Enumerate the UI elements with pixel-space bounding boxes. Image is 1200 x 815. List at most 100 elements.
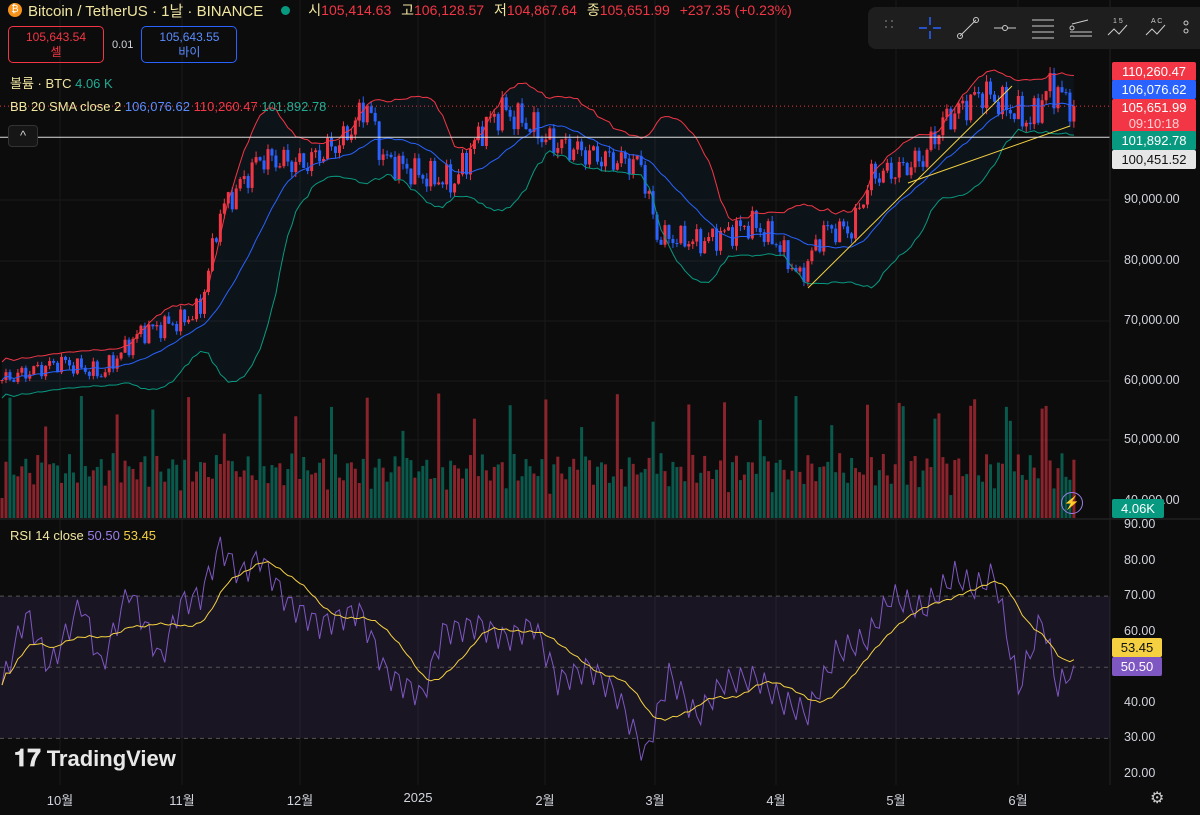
volume-bar xyxy=(854,468,858,518)
volume-bar xyxy=(222,433,226,518)
volume-bar xyxy=(742,474,746,518)
volume-bar xyxy=(802,483,806,518)
drag-handle-tool-icon[interactable] xyxy=(878,13,908,43)
candle-body xyxy=(492,113,496,117)
rsi-legend[interactable]: RSI 14 close 50.50 53.45 xyxy=(10,528,156,543)
volume-bar xyxy=(488,480,492,518)
trend-line-tool-icon[interactable] xyxy=(953,13,983,43)
time-axis-label: 11월 xyxy=(169,793,195,808)
volume-bar xyxy=(353,468,357,518)
tradingview-logo[interactable]: 𝟏𝟕 TradingView xyxy=(14,745,176,773)
candle-body xyxy=(885,162,889,171)
volume-bar xyxy=(187,397,191,518)
fib-retracement-tool-icon[interactable] xyxy=(1066,13,1096,43)
volume-bar xyxy=(111,453,115,518)
volume-bar xyxy=(861,474,865,518)
candle-body xyxy=(683,225,687,247)
volume-bar xyxy=(32,484,36,518)
candle-body xyxy=(417,158,421,176)
candle-body xyxy=(302,153,306,168)
volume-bar xyxy=(584,456,588,518)
more-tool-icon[interactable] xyxy=(1179,13,1200,43)
symbol-title[interactable]: Bitcoin / TetherUS · 1날 · BINANCE xyxy=(28,0,263,21)
volume-bar xyxy=(397,466,401,518)
volume-bar xyxy=(218,464,222,518)
candle-body xyxy=(917,150,921,162)
candle-body xyxy=(576,141,580,150)
trade-panel: 105,643.54 셀 0.01 105,643.55 바이 xyxy=(8,26,238,63)
horizontal-ray-tool-icon[interactable] xyxy=(991,13,1021,43)
volume-bar xyxy=(12,474,16,518)
candle-body xyxy=(921,161,925,167)
volume-bar xyxy=(619,469,623,518)
time-axis-label: 2025 xyxy=(403,790,433,805)
candle-body xyxy=(834,228,838,243)
sell-button[interactable]: 105,643.54 셀 xyxy=(8,26,104,63)
volume-label: 4.06K xyxy=(1112,499,1164,518)
volume-bar xyxy=(373,467,377,518)
candle-body xyxy=(333,146,337,153)
collapse-legend-button[interactable]: ^ xyxy=(8,125,38,147)
volume-bar xyxy=(341,480,345,518)
volume-bar xyxy=(909,460,913,518)
parallel-channel-tool-icon[interactable] xyxy=(1028,13,1058,43)
candle-body xyxy=(1016,96,1020,120)
volume-bar xyxy=(1052,488,1056,518)
crosshair-tool-icon[interactable] xyxy=(916,13,946,43)
spread: 0.01 xyxy=(112,38,134,51)
candle-body xyxy=(703,241,707,254)
volume-bar xyxy=(786,479,790,518)
candle-body xyxy=(425,178,429,187)
candle-body xyxy=(520,103,524,123)
settings-gear-icon[interactable]: ⚙ xyxy=(1150,788,1164,808)
volume-bar xyxy=(897,402,901,518)
candle-body xyxy=(981,93,985,109)
candle-body xyxy=(274,155,278,168)
candle-body xyxy=(64,356,68,361)
candle-body xyxy=(1072,106,1076,122)
candle-body xyxy=(0,380,4,381)
candle-body xyxy=(695,229,699,242)
volume-bar xyxy=(806,455,810,518)
volume-bar xyxy=(762,456,766,518)
candle-body xyxy=(75,358,79,374)
volume-bar xyxy=(611,476,615,518)
candle-body xyxy=(468,148,472,175)
candle-body xyxy=(774,244,778,246)
volume-legend[interactable]: 볼륨 · BTC 4.06 K xyxy=(10,73,113,92)
volume-bar xyxy=(20,466,24,518)
time-axis-label: 5월 xyxy=(886,793,906,808)
buy-button[interactable]: 105,643.55 바이 xyxy=(141,26,238,63)
bb-legend[interactable]: BB 20 SMA close 2 106,076.62 110,260.47 … xyxy=(10,99,326,114)
candle-body xyxy=(159,325,163,339)
volume-bar xyxy=(798,471,802,518)
volume-bar xyxy=(87,476,91,518)
abcd-tool-icon[interactable]: A C xyxy=(1141,13,1171,43)
volume-bar xyxy=(199,462,202,518)
volume-bar xyxy=(889,483,893,518)
volume-bar xyxy=(588,460,592,518)
volume-bar xyxy=(365,397,369,518)
candle-body xyxy=(282,149,286,167)
price-axis-label: 70,000.00 xyxy=(1124,313,1180,327)
volume-bar xyxy=(191,481,195,518)
volume-bar xyxy=(1056,468,1060,518)
volume-bar xyxy=(996,462,1000,518)
volume-bar xyxy=(929,467,933,518)
candle-body xyxy=(167,316,171,324)
volume-bar xyxy=(794,396,798,518)
volume-bar xyxy=(143,456,147,518)
lightning-icon[interactable]: ⚡ xyxy=(1061,492,1083,514)
volume-bar xyxy=(508,405,512,518)
candle-body xyxy=(627,158,631,175)
candle-body xyxy=(441,182,445,185)
chart-canvas[interactable] xyxy=(0,0,1200,815)
xabcd-15-tool-icon[interactable]: 1 5 xyxy=(1103,13,1133,43)
volume-bar xyxy=(663,471,667,518)
trend-line-drawing xyxy=(807,85,1013,289)
volume-bar xyxy=(957,458,961,518)
volume-bar xyxy=(953,460,957,518)
volume-bar xyxy=(1024,479,1028,518)
volume-bar xyxy=(250,475,254,518)
candle-body xyxy=(901,161,905,164)
